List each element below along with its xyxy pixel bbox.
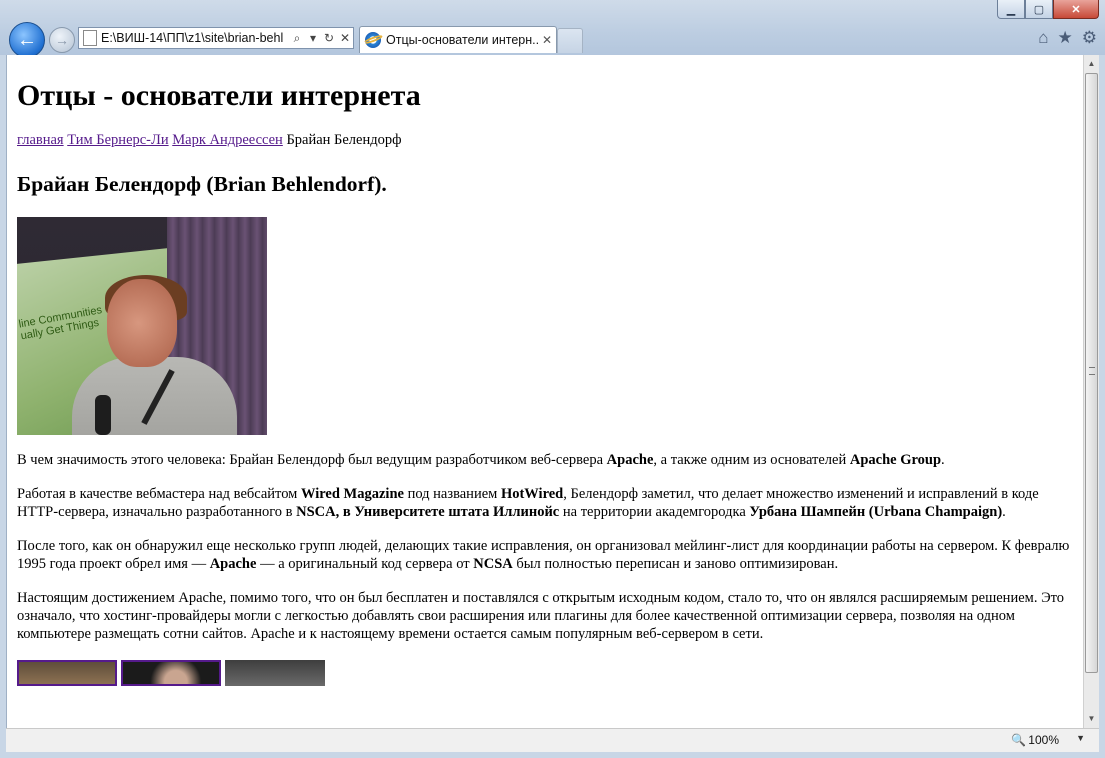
close-tab-icon[interactable]: ✕ (538, 33, 556, 47)
address-input[interactable]: E:\ВИШ-14\ПП\z1\site\brian-behl (101, 31, 289, 45)
status-bar: 🔍 100% ▼ (6, 728, 1099, 752)
new-tab-button[interactable] (557, 28, 583, 53)
scroll-down-icon[interactable]: ▼ (1084, 710, 1099, 727)
paragraph-significance: В чем значимость этого человека: Брайан … (17, 451, 1077, 469)
zoom-control[interactable]: 🔍 100% (1011, 733, 1059, 747)
portrait-photo: line Communities ually Get Things (17, 217, 267, 435)
ie-logo-icon (365, 32, 381, 48)
window-controls: ▁ ▢ ✕ (997, 0, 1099, 19)
thumbnail-3 (225, 660, 325, 686)
vertical-scrollbar[interactable]: ▲ ▼ (1083, 55, 1099, 728)
bold-term: NCSA (473, 556, 513, 572)
text: был полностью переписан и заново оптимиз… (512, 556, 839, 572)
person-heading: Брайан Белендорф (Brian Behlendorf). (17, 172, 387, 196)
address-bar[interactable]: E:\ВИШ-14\ПП\z1\site\brian-behl ⌕ ▾ ↻ ✕ (78, 27, 354, 49)
home-icon[interactable]: ⌂ (1038, 28, 1048, 48)
chevron-down-icon[interactable]: ▾ (305, 31, 321, 45)
paragraph-achievement: Настоящим достижением Apache, помимо тог… (17, 590, 1065, 642)
scroll-up-icon[interactable]: ▲ (1084, 55, 1099, 72)
forward-button[interactable]: → (49, 27, 75, 53)
window-frame-bottom (0, 752, 1105, 758)
bold-term: NSCA, в Университете штата Иллинойс (296, 504, 560, 520)
tab-title: Отцы-основатели интерн... (386, 33, 538, 47)
forward-arrow-icon: → (55, 32, 69, 48)
paragraph-apache-origin: После того, как он обнаружил еще несколь… (17, 537, 1077, 573)
command-icons: ⌂ ★ ⚙ (1038, 28, 1097, 48)
favorites-star-icon[interactable]: ★ (1058, 28, 1073, 48)
stop-icon[interactable]: ✕ (337, 31, 353, 45)
maximize-button[interactable]: ▢ (1025, 0, 1053, 19)
thumbnail-link-1[interactable] (17, 660, 117, 686)
nav-link-andreessen[interactable]: Марк Андреессен (172, 132, 283, 148)
zoom-dropdown-icon[interactable]: ▼ (1076, 733, 1085, 743)
nav-link-home[interactable]: главная (17, 132, 64, 148)
text: В чем значимость этого человека: Брайан … (17, 452, 607, 468)
gear-icon[interactable]: ⚙ (1082, 28, 1097, 48)
page-content: Отцы - основатели интернета главная Тим … (17, 55, 1077, 686)
refresh-icon[interactable]: ↻ (321, 31, 337, 45)
paragraph-hotwired: Работая в качестве вебмастера над вебсай… (17, 485, 1077, 521)
page-title: Отцы - основатели интернета (17, 79, 421, 112)
bold-term: Wired Magazine (300, 486, 404, 502)
bold-term: HotWired (500, 486, 564, 502)
speaker-head (107, 279, 177, 367)
close-window-button[interactable]: ✕ (1053, 0, 1099, 19)
search-icon[interactable]: ⌕ (289, 31, 305, 46)
thumbnail-link-2[interactable] (121, 660, 221, 686)
text: Работая в качестве вебмастера над вебсай… (17, 486, 301, 502)
minimize-button[interactable]: ▁ (997, 0, 1025, 19)
text: . (1002, 504, 1006, 520)
text: . (941, 452, 945, 468)
zoom-icon: 🔍 (1011, 733, 1027, 747)
breadcrumb: главная Тим Бернерс-Ли Марк Андреессен Б… (17, 131, 1077, 149)
browser-titlebar: ▁ ▢ ✕ ← → E:\ВИШ-14\ПП\z1\site\brian-beh… (0, 0, 1105, 58)
zoom-level: 100% (1028, 733, 1059, 747)
page-viewport: Отцы - основатели интернета главная Тим … (6, 55, 1084, 728)
back-button[interactable]: ← (9, 22, 45, 58)
text: , а также одним из основателей (653, 452, 850, 468)
nav-current-page: Брайан Белендорф (286, 132, 402, 148)
bold-term: Урбана Шампейн (Urbana Champaign) (749, 504, 1003, 520)
text: под названием (403, 486, 501, 502)
grip-icon (1089, 367, 1095, 375)
bold-term: Apache (606, 452, 654, 468)
text: — а оригинальный код сервера от (256, 556, 474, 572)
nav-link-berners-lee[interactable]: Тим Бернерс-Ли (67, 132, 168, 148)
back-arrow-icon: ← (17, 28, 37, 51)
microphone-icon (95, 395, 111, 435)
scrollbar-thumb[interactable] (1085, 73, 1098, 673)
page-icon (83, 30, 97, 46)
tab-active[interactable]: Отцы-основатели интерн... ✕ (359, 26, 557, 53)
text: на территории академгородка (559, 504, 750, 520)
bold-term: Apache (209, 556, 257, 572)
bold-term: Apache Group (849, 452, 942, 468)
thumbnail-gallery (17, 660, 1077, 686)
window-frame-right (1099, 55, 1105, 758)
